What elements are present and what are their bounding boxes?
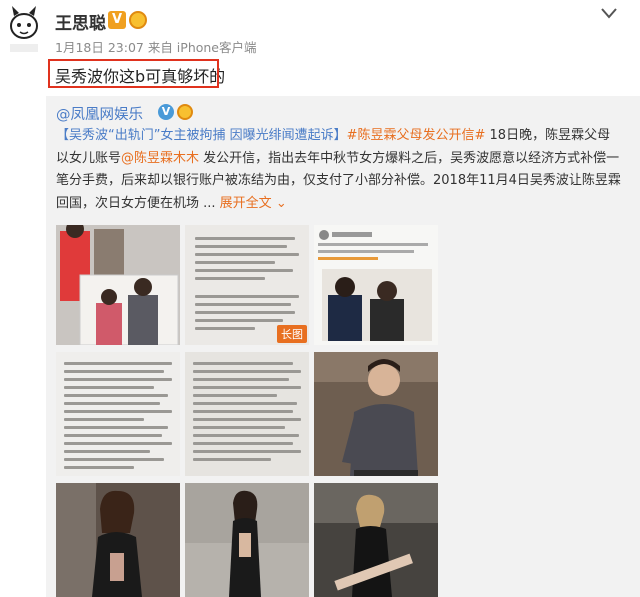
member-badge-icon — [177, 104, 193, 120]
repost-text: 【吴秀波“出轨门”女主被拘捕 因曝光绯闻遭起诉】#陈昱霖父母发公开信# 18日晚… — [56, 125, 621, 215]
screenshot-social-1[interactable] — [314, 225, 438, 345]
long-image-badge: 长图 — [277, 325, 307, 343]
weibo-post-card: 王思聪 V 1月18日 23:07 来自 iPhone客户端 吴秀波你这b可真够… — [0, 0, 640, 597]
highlight-box — [48, 59, 219, 88]
photo-man[interactable] — [314, 352, 438, 476]
post-meta: 1月18日 23:07 来自 iPhone客户端 — [55, 40, 257, 55]
photo-woman-1[interactable] — [56, 483, 180, 597]
member-badge-icon — [129, 11, 147, 29]
screenshot-document-2[interactable] — [56, 352, 180, 476]
verified-badge-icon: V — [108, 11, 126, 29]
screenshot-document-1[interactable]: 长图 — [185, 225, 309, 345]
expand-link[interactable]: 展开全文 — [220, 196, 272, 211]
screenshot-document-3[interactable] — [185, 352, 309, 476]
avatar[interactable] — [4, 4, 44, 56]
photo-woman-3[interactable] — [314, 483, 438, 597]
author-name[interactable]: 王思聪 — [55, 9, 106, 34]
mention-link[interactable]: @陈昱霖木木 — [121, 151, 199, 166]
chevron-down-icon[interactable] — [600, 6, 618, 20]
verified-badge-icon: V — [158, 104, 174, 120]
chevron-down-icon[interactable]: ⌄ — [272, 196, 287, 211]
topic-link[interactable]: 【吴秀波“出轨门”女主被拘捕 因曝光绯闻遭起诉】 — [56, 128, 347, 143]
repost-container[interactable]: @凤凰网娱乐 V 【吴秀波“出轨门”女主被拘捕 因曝光绯闻遭起诉】#陈昱霖父母发… — [46, 96, 640, 597]
photo-couple-1[interactable] — [56, 225, 180, 345]
repost-author[interactable]: @凤凰网娱乐 — [56, 103, 143, 124]
photo-woman-2[interactable] — [185, 483, 309, 597]
hashtag-link[interactable]: #陈昱霖父母发公开信# — [347, 128, 486, 143]
